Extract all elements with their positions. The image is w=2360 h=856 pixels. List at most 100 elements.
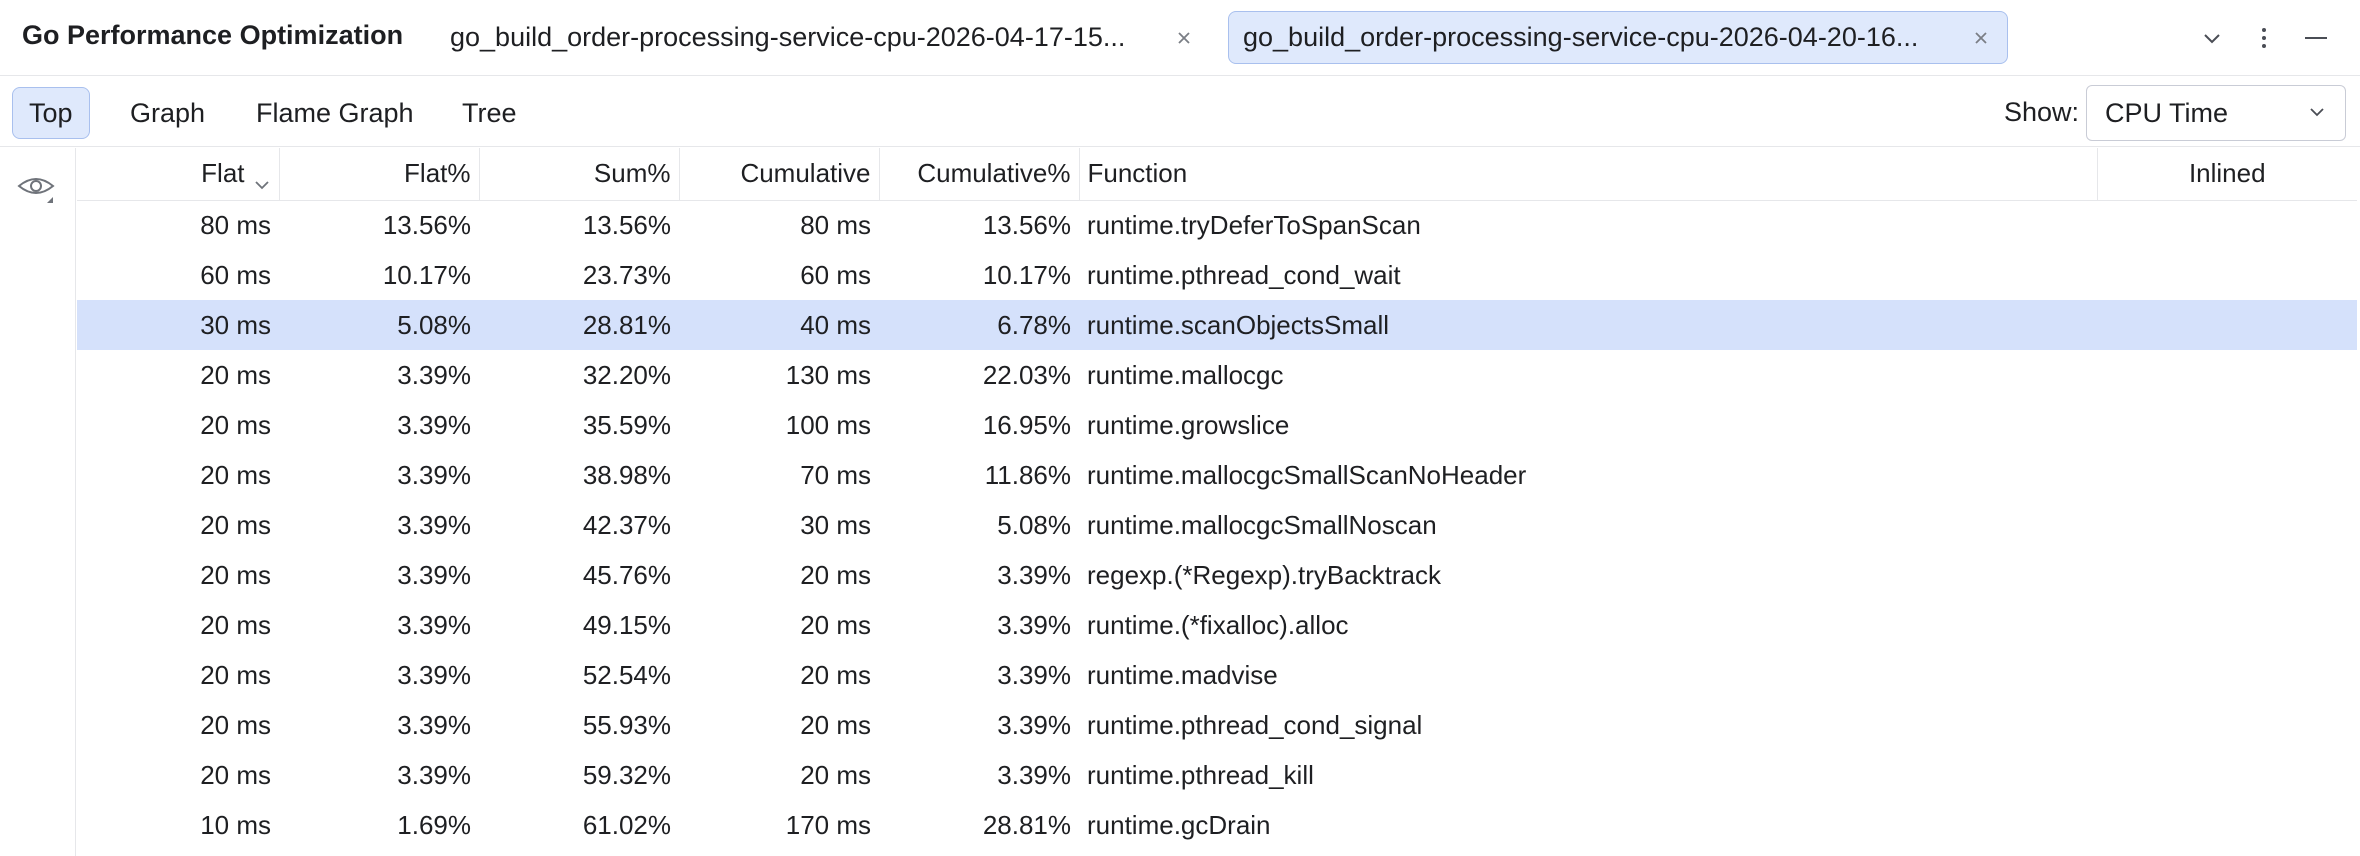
- cell-inlined: [2097, 650, 2357, 700]
- cell-inlined: [2097, 300, 2357, 350]
- cell-inlined: [2097, 250, 2357, 300]
- cell-flat-percent: 3.39%: [397, 759, 471, 790]
- table-row[interactable]: 80 ms 13.56% 13.56% 80 ms 13.56% runtime.tryD…: [77, 200, 2357, 250]
- table-row[interactable]: 20 ms 3.39% 32.20% 130 ms 22.03% runtime.mall…: [77, 350, 2357, 400]
- column-header-sum-percent[interactable]: Sum%: [478, 148, 679, 201]
- cell-flat: 20 ms: [200, 409, 271, 440]
- cell-cumulative: 130 ms: [785, 359, 871, 390]
- cell-flat: 20 ms: [200, 509, 271, 540]
- eye-icon[interactable]: [16, 170, 56, 206]
- close-icon[interactable]: [1172, 26, 1196, 50]
- cell-flat-percent: 10.17%: [382, 259, 471, 290]
- cell-function: regexp.(*Regexp).tryBacktrack: [1087, 559, 1442, 590]
- title-bar: Go Performance Optimization go_build_ord…: [0, 0, 2360, 76]
- cell-cumulative: 20 ms: [800, 709, 871, 740]
- cell-sum-percent: 42.37%: [582, 509, 671, 540]
- cell-sum-percent: 45.76%: [582, 559, 671, 590]
- cell-cumulative: 70 ms: [800, 459, 871, 490]
- cell-cumulative: 20 ms: [800, 759, 871, 790]
- more-vertical-icon[interactable]: [2246, 20, 2282, 56]
- cell-function: runtime.pthread_cond_wait: [1087, 259, 1401, 290]
- cell-flat-percent: 3.39%: [397, 509, 471, 540]
- column-header-cumulative[interactable]: Cumulative: [678, 148, 879, 201]
- show-label: Show:: [2004, 97, 2080, 127]
- column-header-function[interactable]: Function: [1078, 148, 2097, 201]
- table-row[interactable]: 30 ms 5.08% 28.81% 40 ms 6.78% runtime.scanOb…: [77, 300, 2357, 350]
- table-row[interactable]: 20 ms 3.39% 35.59% 100 ms 16.95% runtime.grow…: [77, 400, 2357, 450]
- cell-sum-percent: 28.81%: [479, 300, 679, 350]
- cell-cumulative-percent: 3.39%: [997, 759, 1071, 790]
- table-row[interactable]: 10 ms 1.69% 61.02% 170 ms 28.81% runtime.gcDr…: [77, 800, 2357, 850]
- chevron-down-icon: [253, 168, 271, 190]
- tab-label: go_build_order-processing-service-cpu-20…: [450, 22, 1126, 52]
- minimize-icon[interactable]: [2298, 20, 2334, 56]
- tab-label: go_build_order-processing-service-cpu-20…: [1243, 22, 1919, 52]
- cell-flat-percent: 3.39%: [397, 559, 471, 590]
- cell-inlined: [2097, 550, 2357, 600]
- table-row[interactable]: 20 ms 3.39% 49.15% 20 ms 3.39% runtime.(*fixa…: [77, 600, 2357, 650]
- table-row[interactable]: 20 ms 3.39% 59.32% 20 ms 3.39% runtime.pthrea…: [77, 750, 2357, 800]
- cell-flat: 30 ms: [77, 300, 279, 350]
- table-row[interactable]: 20 ms 3.39% 55.93% 20 ms 3.39% runtime.pthrea…: [77, 700, 2357, 750]
- table-row[interactable]: 20 ms 3.39% 52.54% 20 ms 3.39% runtime.madvis…: [77, 650, 2357, 700]
- tab-profile-0417[interactable]: go_build_order-processing-service-cpu-20…: [436, 11, 1210, 64]
- cell-flat: 20 ms: [200, 459, 271, 490]
- cell-flat: 80 ms: [200, 209, 271, 240]
- view-graph-button[interactable]: Graph: [114, 87, 221, 139]
- column-header-flat[interactable]: Flat: [77, 148, 279, 201]
- cell-flat-percent: 13.56%: [382, 209, 471, 240]
- cell-cumulative-percent: 28.81%: [982, 809, 1071, 840]
- cell-function: runtime.mallocgcSmallScanNoHeader: [1087, 459, 1527, 490]
- cell-inlined: [2097, 400, 2357, 450]
- cell-sum-percent: 38.98%: [582, 459, 671, 490]
- table-row[interactable]: 60 ms 10.17% 23.73% 60 ms 10.17% runtime.pthr…: [77, 250, 2357, 300]
- table-row[interactable]: 20 ms 3.39% 42.37% 30 ms 5.08% runtime.malloc…: [77, 500, 2357, 550]
- close-icon[interactable]: [1969, 26, 1993, 50]
- column-header-inlined[interactable]: Inlined: [2096, 148, 2357, 201]
- cell-cumulative: 80 ms: [800, 209, 871, 240]
- chevron-down-icon[interactable]: [2194, 20, 2230, 56]
- column-header-flat-percent[interactable]: Flat%: [278, 148, 479, 201]
- cell-sum-percent: 59.32%: [582, 759, 671, 790]
- cell-cumulative-percent: 5.08%: [997, 509, 1071, 540]
- cell-flat: 20 ms: [200, 709, 271, 740]
- cell-inlined: [2097, 600, 2357, 650]
- cell-cumulative: 40 ms: [679, 300, 879, 350]
- cell-inlined: [2097, 200, 2357, 250]
- tab-profile-0420[interactable]: go_build_order-processing-service-cpu-20…: [1228, 11, 2008, 64]
- top-functions-table: Flat Flat% Sum% Cumulative Cumulative% F…: [77, 148, 2360, 856]
- column-header-cumulative-percent[interactable]: Cumulative%: [878, 148, 1079, 201]
- table-row[interactable]: 20 ms 3.39% 45.76% 20 ms 3.39% regexp.(*Regex…: [77, 550, 2357, 600]
- cell-flat: 10 ms: [200, 809, 271, 840]
- cell-function: runtime.(*fixalloc).alloc: [1087, 609, 1349, 640]
- cell-cumulative-percent: 11.86%: [984, 459, 1071, 490]
- view-flame-graph-button[interactable]: Flame Graph: [240, 87, 430, 139]
- cell-cumulative-percent: 3.39%: [997, 609, 1071, 640]
- cell-inlined: [2097, 350, 2357, 400]
- cell-cumulative: 100 ms: [785, 409, 871, 440]
- cell-cumulative: 20 ms: [800, 659, 871, 690]
- cell-inlined: [2097, 800, 2357, 850]
- table-row[interactable]: 20 ms 3.39% 38.98% 70 ms 11.86% runtime.mallo…: [77, 450, 2357, 500]
- cell-sum-percent: 49.15%: [582, 609, 671, 640]
- cell-cumulative: 20 ms: [800, 609, 871, 640]
- cell-cumulative-percent: 10.17%: [982, 259, 1071, 290]
- cell-sum-percent: 52.54%: [582, 659, 671, 690]
- cell-cumulative-percent: 3.39%: [997, 709, 1071, 740]
- cell-sum-percent: 13.56%: [582, 209, 671, 240]
- cell-inlined: [2097, 700, 2357, 750]
- cell-flat-percent: 1.69%: [397, 809, 471, 840]
- chevron-down-icon: [2307, 98, 2327, 129]
- table-header: Flat Flat% Sum% Cumulative Cumulative% F…: [77, 148, 2357, 201]
- cell-sum-percent: 55.93%: [582, 709, 671, 740]
- cell-flat-percent: 3.39%: [397, 359, 471, 390]
- cell-function: runtime.gcDrain: [1087, 809, 1271, 840]
- view-top-button[interactable]: Top: [12, 87, 90, 139]
- show-select[interactable]: CPU Time: [2086, 85, 2346, 141]
- cell-flat-percent: 3.39%: [397, 459, 471, 490]
- show-select-value: CPU Time: [2105, 97, 2229, 128]
- cell-flat-percent: 3.39%: [397, 609, 471, 640]
- cell-cumulative-percent: 13.56%: [982, 209, 1071, 240]
- view-tree-button[interactable]: Tree: [446, 87, 533, 139]
- cell-flat: 60 ms: [200, 259, 271, 290]
